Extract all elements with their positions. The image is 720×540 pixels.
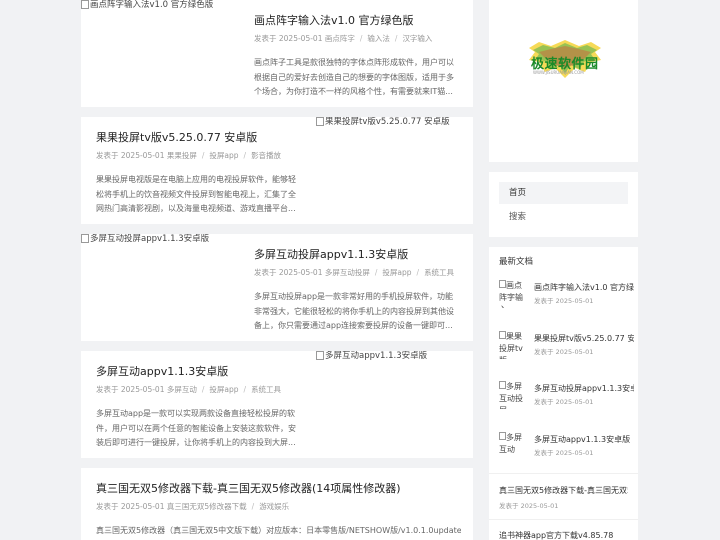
nav-search[interactable]: 搜索 xyxy=(499,206,628,228)
post-thumbnail[interactable]: 多屏互动appv1.1.3安卓版 xyxy=(316,351,473,451)
post-card[interactable]: 真三国无双5修改器下载-真三国无双5修改器(14项属性修改器) 发表于 2025… xyxy=(81,468,473,540)
post-title[interactable]: 真三国无双5修改器下载-真三国无双5修改器(14项属性修改器) xyxy=(96,482,461,496)
post-excerpt: 画点阵子工具是款很独特的字体点阵形成软件，用户可以根据自己的爱好去创造自己的想要… xyxy=(254,58,454,96)
recent-title[interactable]: 画点阵字输入法v1.0 官方绿色版 xyxy=(534,282,634,293)
post-excerpt: 果果投屏电视版是在电脑上应用的电视投屏软件，能够轻松将手机上的饮音视频文件投屏到… xyxy=(96,175,296,213)
post-meta: 发表于 2025-05-01 多屏互动投屏 / 投屏app / 系统工具 xyxy=(254,268,455,277)
recent-item[interactable]: 画点阵字输入 画点阵字输入法v1.0 官方绿色版 发表于 2025-05-01 xyxy=(499,280,638,320)
post-author[interactable]: 画点阵字 xyxy=(325,34,355,43)
recent-item[interactable]: 多屏互动投屏 多屏互动投屏appv1.1.3安卓版 发表于 2025-05-01 xyxy=(499,381,638,421)
broken-image-icon xyxy=(499,432,506,440)
recent-title[interactable]: 追书神器app官方下载v4.85.78 xyxy=(499,530,628,540)
broken-image-icon xyxy=(81,234,89,243)
broken-image-icon xyxy=(316,351,324,360)
divider xyxy=(489,473,638,474)
post-title[interactable]: 果果投屏tv版v5.25.0.77 安卓版 xyxy=(96,131,301,145)
logo-subtext: WWW.JISURUANJIAN.COM xyxy=(533,70,584,75)
broken-image-icon xyxy=(499,331,506,339)
post-title[interactable]: 画点阵字输入法v1.0 官方绿色版 xyxy=(254,14,459,28)
recent-thumbnail[interactable]: 画点阵字输入 xyxy=(499,280,529,308)
recent-title[interactable]: 多屏互动投屏appv1.1.3安卓版 xyxy=(534,383,634,394)
post-title[interactable]: 多屏互动投屏appv1.1.3安卓版 xyxy=(254,248,459,262)
post-tag[interactable]: 汉字输入 xyxy=(402,34,432,43)
post-meta: 发表于 2025-05-01 真三国无双5修改器下载 / 游戏娱乐 xyxy=(96,502,290,511)
recent-thumbnail[interactable]: 多屏互动投屏 xyxy=(499,381,529,409)
post-thumbnail[interactable]: 果果投屏tv版v5.25.0.77 安卓版 xyxy=(316,117,473,217)
post-excerpt: 真三国无双5修改器（真三国无双5中文版下载）对应版本：日本零售版/NETSHOW… xyxy=(96,526,461,535)
broken-image-icon xyxy=(499,280,506,288)
recent-date: 发表于 2025-05-01 xyxy=(534,449,594,457)
post-card[interactable]: 画点阵字输入法v1.0 官方绿色版 画点阵字输入法v1.0 官方绿色版 发表于 … xyxy=(81,0,473,107)
post-tag[interactable]: 游戏娱乐 xyxy=(259,502,289,511)
recent-item[interactable]: 多屏互动 多屏互动appv1.1.3安卓版 发表于 2025-05-01 xyxy=(499,432,638,472)
logo-box: 极速软件园 WWW.JISURUANJIAN.COM xyxy=(489,0,638,162)
post-author[interactable]: 多屏互动投屏 xyxy=(325,268,370,277)
post-author[interactable]: 果果投屏 xyxy=(167,151,197,160)
post-excerpt: 多屏互动投屏app是一款非常好用的手机投屏软件，功能非常强大，它能很轻松的将你手… xyxy=(254,292,454,330)
recent-item[interactable]: 果果投屏tv版 果果投屏tv版v5.25.0.77 安卓版 发表于 2025-0… xyxy=(499,331,638,371)
recent-date: 发表于 2025-05-01 xyxy=(499,502,559,510)
post-thumbnail[interactable]: 多屏互动投屏appv1.1.3安卓版 xyxy=(81,234,239,334)
post-card[interactable]: 多屏互动appv1.1.3安卓版 发表于 2025-05-01 多屏互动 / 投屏a… xyxy=(81,351,473,458)
post-card[interactable]: 多屏互动投屏appv1.1.3安卓版 多屏互动投屏appv1.1.3安卓版 发表… xyxy=(81,234,473,341)
post-meta: 发表于 2025-05-01 画点阵字 / 输入法 / 汉字输入 xyxy=(254,34,433,43)
recent-thumbnail[interactable]: 果果投屏tv版 xyxy=(499,331,529,359)
recent-title[interactable]: 多屏互动appv1.1.3安卓版 xyxy=(534,434,634,445)
recent-posts-title: 最新文档 xyxy=(499,257,534,267)
broken-image-icon xyxy=(81,0,89,9)
post-author[interactable]: 多屏互动 xyxy=(167,385,197,394)
recent-posts-box: 最新文档 画点阵字输入 画点阵字输入法v1.0 官方绿色版 发表于 2025-0… xyxy=(489,247,638,540)
nav-home[interactable]: 首页 xyxy=(499,182,628,204)
post-meta: 发表于 2025-05-01 多屏互动 / 投屏app / 系统工具 xyxy=(96,385,282,394)
recent-item[interactable]: 真三国无双5修改器下载-真三国无双5修改器 发表于 2025-05-01 xyxy=(499,485,628,510)
recent-title[interactable]: 果果投屏tv版v5.25.0.77 安卓版 xyxy=(534,333,634,344)
divider xyxy=(489,519,638,520)
post-tag[interactable]: 输入法 xyxy=(367,34,390,43)
post-tag[interactable]: 投屏app xyxy=(209,151,238,160)
recent-date: 发表于 2025-05-01 xyxy=(534,297,594,305)
post-excerpt: 多屏互动app是一款可以实现两款设备直接轻松投屏的软件，用户可以在两个任意的智能… xyxy=(96,409,296,447)
recent-item[interactable]: 追书神器app官方下载v4.85.78 xyxy=(499,530,628,540)
post-card[interactable]: 果果投屏tv版v5.25.0.77 安卓版 发表于 2025-05-01 果果投… xyxy=(81,117,473,224)
post-title[interactable]: 多屏互动appv1.1.3安卓版 xyxy=(96,365,301,379)
post-author[interactable]: 真三国无双5修改器下载 xyxy=(167,502,247,511)
post-tag[interactable]: 影音播放 xyxy=(251,151,281,160)
broken-image-icon xyxy=(316,117,324,126)
post-tag[interactable]: 投屏app xyxy=(382,268,411,277)
recent-date: 发表于 2025-05-01 xyxy=(534,398,594,406)
recent-date: 发表于 2025-05-01 xyxy=(534,348,594,356)
nav-box: 首页 搜索 xyxy=(489,172,638,237)
broken-image-icon xyxy=(499,381,506,389)
post-tag[interactable]: 投屏app xyxy=(209,385,238,394)
recent-thumbnail[interactable]: 多屏互动 xyxy=(499,432,529,460)
post-tag[interactable]: 系统工具 xyxy=(424,268,454,277)
recent-title[interactable]: 真三国无双5修改器下载-真三国无双5修改器 xyxy=(499,485,628,496)
post-tag[interactable]: 系统工具 xyxy=(251,385,281,394)
post-meta: 发表于 2025-05-01 果果投屏 / 投屏app / 影音播放 xyxy=(96,151,282,160)
post-thumbnail[interactable]: 画点阵字输入法v1.0 官方绿色版 xyxy=(81,0,239,100)
